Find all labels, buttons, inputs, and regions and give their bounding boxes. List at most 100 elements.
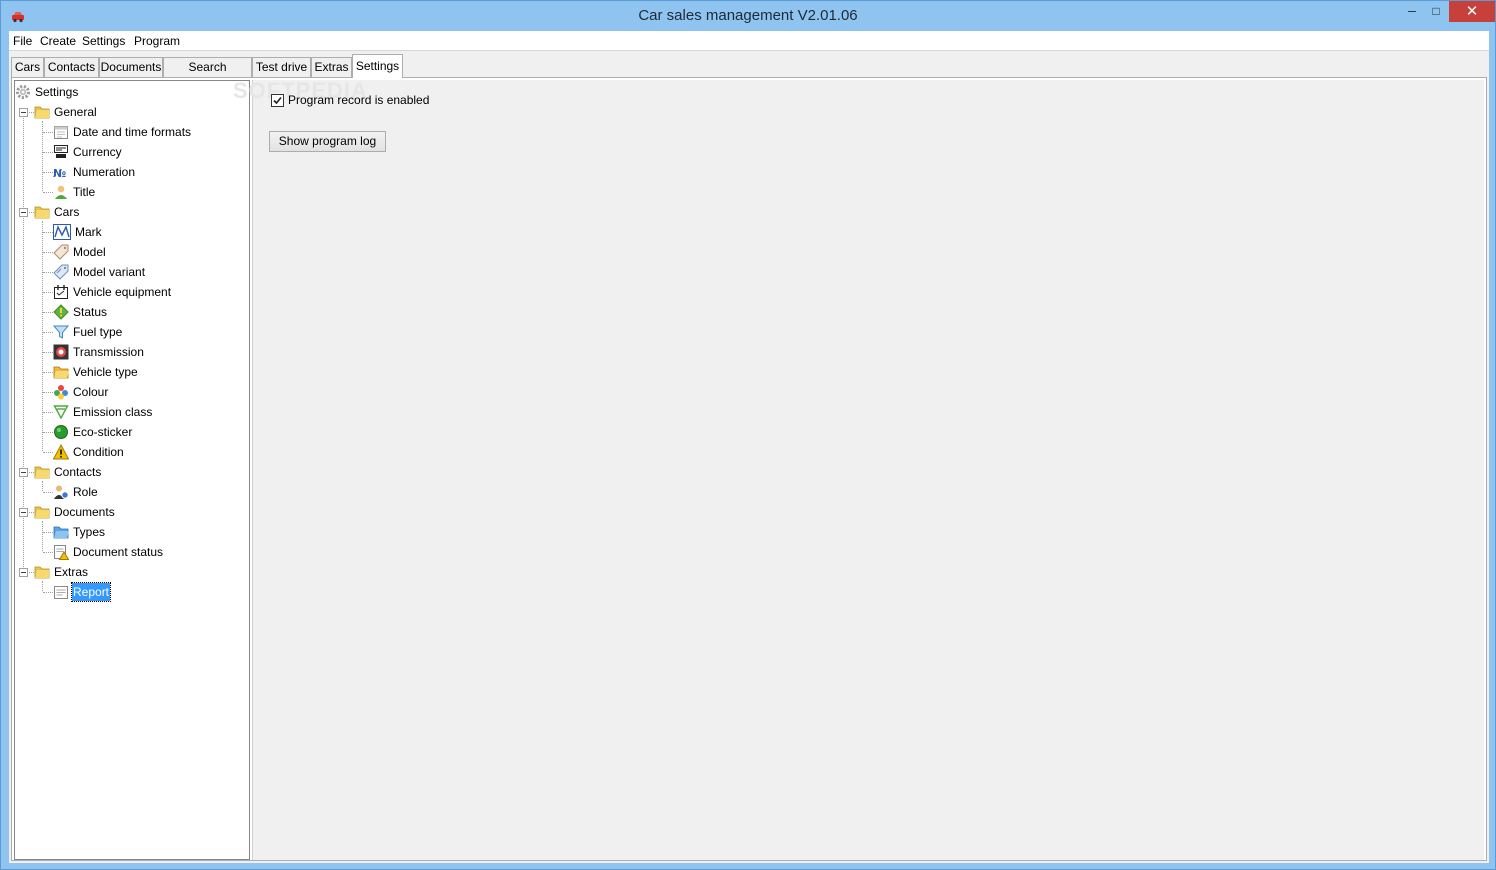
person-icon [55,185,67,199]
tree-connector [43,152,53,153]
collapse-contacts-toggle[interactable] [19,468,28,477]
menu-settings[interactable]: Settings [82,34,125,48]
maximize-button[interactable]: □ [1424,1,1448,22]
show-program-log-button[interactable]: Show program log [269,131,386,152]
tree-item-label: Vehicle equipment [73,285,172,299]
palette-icon [54,385,68,400]
tree-item-label: Role [73,485,98,499]
collapse-general-toggle[interactable] [19,108,28,117]
settings-tree[interactable]: Settings General Date and time formats C… [14,80,250,860]
tree-item-label: Transmission [73,345,144,359]
numero-icon: № [53,167,66,180]
tree-connector [43,252,53,253]
tree-connector [43,312,53,313]
tree-item-label: Mark [75,225,102,239]
tree-group-label: Contacts [54,465,102,479]
tree-connector [43,392,53,393]
tree-item-label: Numeration [73,165,136,179]
cash-register-icon [54,145,68,158]
funnel-icon [53,325,69,339]
tree-connector [43,452,53,453]
tree-connector [43,292,53,293]
menu-file[interactable]: File [13,34,32,48]
tree-connector [43,192,53,193]
tab-test-drive[interactable]: Test drive [252,57,311,77]
tree-item-label: Model variant [73,265,146,279]
collapse-extras-toggle[interactable] [19,568,28,577]
tree-connector [43,552,53,553]
tree-group-label: Extras [54,565,89,579]
tree-item-label: Title [73,185,96,199]
tree-item-label: Emission class [73,405,153,419]
tree-connector [43,332,53,333]
tree-item-label: Types [73,525,106,539]
minimize-button[interactable]: – [1400,1,1424,22]
tree-connector [43,492,53,493]
tree-connector [43,272,53,273]
tree-connector [43,132,53,133]
collapse-cars-toggle[interactable] [19,208,28,217]
tab-documents[interactable]: Documents [99,57,163,77]
tree-connector [43,172,53,173]
tree-connector [42,581,43,591]
tree-root-label: Settings [35,85,79,99]
title-bar[interactable]: Car sales management V2.01.06 – □ ✕ [1,1,1495,31]
tree-item-label: Currency [73,145,122,159]
menu-program[interactable]: Program [134,34,180,48]
tab-search-requests[interactable]: Search requests [163,57,252,92]
tree-connector [43,232,53,233]
settings-tab-panel: Settings General Date and time formats C… [11,77,1487,861]
client-area: File Create Settings Program Cars Contac… [9,31,1489,863]
tab-settings[interactable]: Settings [352,54,403,78]
folder-blue-icon [53,526,69,539]
tree-item-label: Report [70,582,112,602]
status-diamond-icon [53,304,69,320]
menu-create[interactable]: Create [40,34,76,48]
tree-item-label: Condition [73,445,124,459]
checkmark-icon [273,96,282,105]
brand-logo-icon [53,224,71,240]
tree-connector [42,221,43,451]
program-record-checkbox[interactable] [271,94,284,107]
tree-item-label: Date and time formats [73,125,192,139]
warning-icon [53,444,69,460]
folder-icon [34,106,50,119]
tree-item-label: Fuel type [73,325,123,339]
tree-group-label: General [54,105,97,119]
app-window: Car sales management V2.01.06 – □ ✕ File… [0,0,1496,870]
calendar-icon [54,126,68,139]
gear-icon [16,85,30,99]
tree-item-label: Colour [73,385,109,399]
tag-icon [53,244,69,260]
folder-icon [34,466,50,479]
svg-text:№: № [53,167,66,180]
tree-item-label: Model [73,245,106,259]
user-role-icon [54,485,69,499]
tree-connector [42,521,43,551]
collapse-documents-toggle[interactable] [19,508,28,517]
tree-connector [43,412,53,413]
green-dot-icon [54,425,68,439]
tree-connector [43,352,53,353]
tree-group-label: Documents [54,505,115,519]
folder-icon [34,566,50,579]
report-icon [54,586,68,599]
folder-open-icon [53,366,69,379]
document-status-icon [54,545,69,560]
tree-connector [43,592,53,593]
tree-connector [43,532,53,533]
tree-connector [23,109,24,569]
tree-item-label: Document status [73,545,164,559]
close-button[interactable]: ✕ [1449,1,1495,22]
folder-icon [34,506,50,519]
tree-item-label: Status [73,305,108,319]
tab-contacts[interactable]: Contacts [44,57,99,77]
tab-extras[interactable]: Extras [311,57,352,77]
tree-group-label: Cars [54,205,80,219]
tags-icon [53,264,69,280]
tab-cars[interactable]: Cars [11,57,44,77]
equipment-icon [54,285,68,299]
window-title: Car sales management V2.01.06 [638,7,858,24]
menu-bar: File Create Settings Program [9,31,1489,51]
tree-connector [42,481,43,491]
